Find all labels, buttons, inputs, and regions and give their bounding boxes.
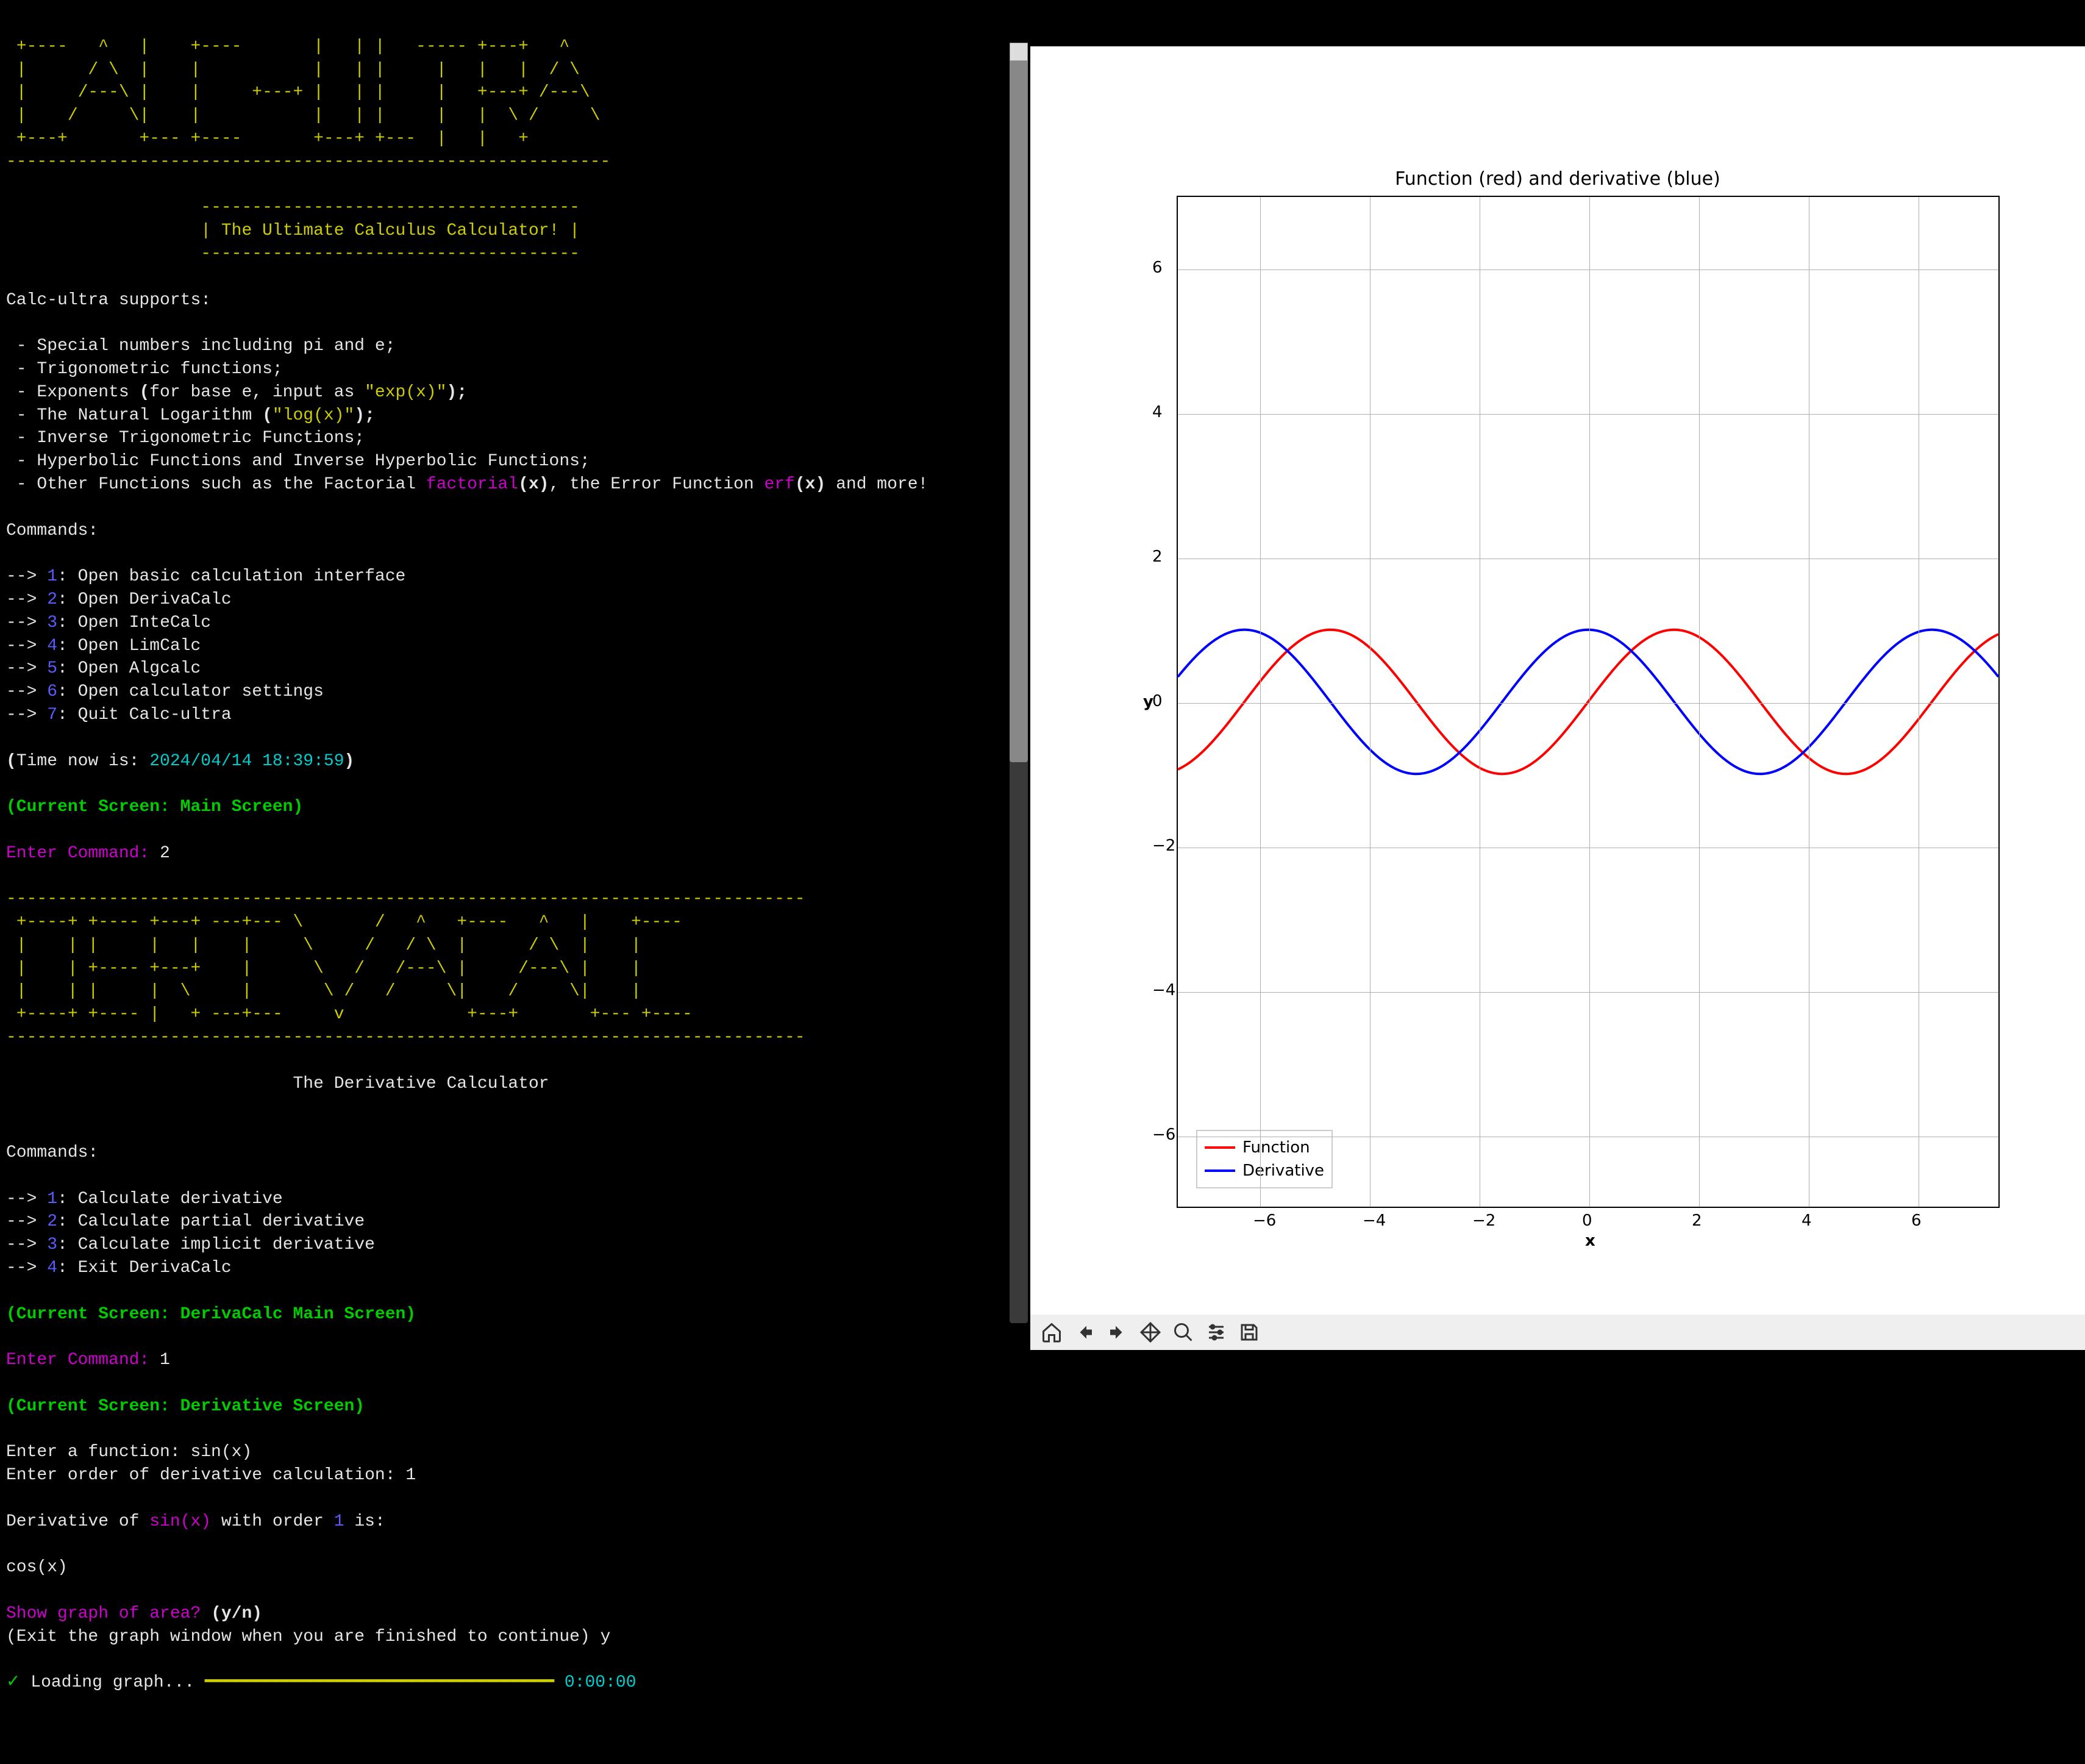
terminal-pane[interactable]: +---- ^ | +---- | | | ----- +---+ ^ | / … xyxy=(0,0,1030,1350)
ascii-derivacalc: ----------------------------------------… xyxy=(6,890,805,1047)
tagline-border-bottom: ------------------------------------- xyxy=(6,245,580,263)
current-screen-deriv: (Current Screen: Derivative Screen) xyxy=(6,1397,365,1416)
gridline-h xyxy=(1178,414,1998,415)
pan-button[interactable] xyxy=(1135,1317,1166,1348)
tagline-border: ------------------------------------- xyxy=(6,198,580,217)
enter-command-prompt[interactable]: Enter Command: 2 xyxy=(6,844,170,863)
xtick-label: −4 xyxy=(1363,1212,1386,1230)
loading-line: ✓ Loading graph... ━━━━━━━━━━━━━━━━━━━━━… xyxy=(6,1673,636,1692)
supports-item: - Other Functions such as the Factorial … xyxy=(6,475,928,494)
supports-item: - The Natural Logarithm ("log(x)"); xyxy=(6,406,375,425)
command-item: --> 2: Calculate partial derivative xyxy=(6,1212,365,1231)
chart-curves xyxy=(1178,197,1998,1207)
forward-button[interactable] xyxy=(1102,1317,1133,1348)
save-button[interactable] xyxy=(1234,1317,1264,1348)
legend-line-blue xyxy=(1205,1169,1235,1172)
legend-item-derivative: Derivative xyxy=(1205,1159,1324,1182)
command-item: --> 2: Open DerivaCalc xyxy=(6,590,232,609)
plot-panel: Function (red) and derivative (blue) Fun… xyxy=(1030,0,2085,1350)
sliders-icon xyxy=(1205,1321,1227,1343)
ytick-label: 6 xyxy=(1152,259,1163,277)
configure-button[interactable] xyxy=(1201,1317,1231,1348)
terminal-scrollbar-thumb[interactable] xyxy=(1010,43,1028,762)
gridline-v xyxy=(1589,197,1590,1207)
arrow-left-icon xyxy=(1074,1321,1096,1343)
commands-header-2: Commands: xyxy=(6,1143,98,1162)
command-item: --> 3: Open InteCalc xyxy=(6,613,211,632)
move-icon xyxy=(1139,1321,1161,1343)
save-icon xyxy=(1238,1321,1260,1343)
show-graph-prompt: Show graph of area? (y/n) xyxy=(6,1604,262,1623)
function-input-line[interactable]: Enter a function: sin(x) xyxy=(6,1443,252,1462)
ytick-label: 2 xyxy=(1152,548,1163,566)
enter-command-prompt-2[interactable]: Enter Command: 1 xyxy=(6,1351,170,1369)
ytick-label: −4 xyxy=(1152,981,1175,999)
exit-note-line[interactable]: (Exit the graph window when you are fini… xyxy=(6,1627,610,1646)
commands-header: Commands: xyxy=(6,521,98,540)
chart-title: Function (red) and derivative (blue) xyxy=(1030,168,2085,190)
supports-header: Calc-ultra supports: xyxy=(6,291,211,310)
gridline-v xyxy=(1260,197,1261,1207)
current-screen-main: (Current Screen: Main Screen) xyxy=(6,798,303,816)
command-item: --> 5: Open Algcalc xyxy=(6,659,201,678)
derivative-result: cos(x) xyxy=(6,1558,68,1577)
gridline-v xyxy=(1699,197,1700,1207)
supports-item: - Trigonometric functions; xyxy=(6,360,283,379)
matplotlib-toolbar xyxy=(1030,1315,2085,1350)
xtick-label: 4 xyxy=(1802,1212,1812,1230)
supports-item: - Exponents (for base e, input as "exp(x… xyxy=(6,383,467,402)
legend-item-function: Function xyxy=(1205,1136,1324,1159)
zoom-button[interactable] xyxy=(1168,1317,1199,1348)
home-button[interactable] xyxy=(1036,1317,1067,1348)
derivative-result-line: Derivative of sin(x) with order 1 is: xyxy=(6,1512,385,1531)
back-button[interactable] xyxy=(1069,1317,1100,1348)
derivacalc-subtitle: The Derivative Calculator xyxy=(6,1074,549,1093)
xtick-label: 0 xyxy=(1582,1212,1592,1230)
chart-legend: Function Derivative xyxy=(1196,1130,1333,1188)
command-item: --> 6: Open calculator settings xyxy=(6,682,324,701)
arrow-right-icon xyxy=(1107,1321,1128,1343)
gridline-h xyxy=(1178,703,1998,704)
curve-function xyxy=(1178,630,1998,774)
home-icon xyxy=(1041,1321,1063,1343)
xtick-label: 6 xyxy=(1911,1212,1922,1230)
tagline: | The Ultimate Calculus Calculator! | xyxy=(6,221,580,240)
chart-axes[interactable]: Function Derivative xyxy=(1177,196,2000,1208)
gridline-h xyxy=(1178,992,1998,993)
ytick-label: −2 xyxy=(1152,837,1175,855)
command-item: --> 1: Open basic calculation interface xyxy=(6,567,405,586)
plot-titlebar xyxy=(1030,0,2085,46)
time-line: (Time now is: 2024/04/14 18:39:59) xyxy=(6,752,354,771)
terminal-scroll-corner xyxy=(1010,43,1028,61)
legend-line-red xyxy=(1205,1146,1235,1149)
xtick-label: 2 xyxy=(1692,1212,1702,1230)
ytick-label: 4 xyxy=(1152,403,1163,421)
supports-item: - Special numbers including pi and e; xyxy=(6,337,396,355)
command-item: --> 7: Quit Calc-ultra xyxy=(6,705,232,724)
supports-item: - Inverse Trigonometric Functions; xyxy=(6,429,365,448)
order-input-line[interactable]: Enter order of derivative calculation: 1 xyxy=(6,1466,416,1485)
command-item: --> 4: Open LimCalc xyxy=(6,637,201,655)
xtick-label: −6 xyxy=(1253,1212,1276,1230)
current-screen-derivamain: (Current Screen: DerivaCalc Main Screen) xyxy=(6,1305,416,1324)
ytick-label: 0 xyxy=(1152,692,1163,710)
supports-item: - Hyperbolic Functions and Inverse Hyper… xyxy=(6,452,590,471)
command-item: --> 3: Calculate implicit derivative xyxy=(6,1235,375,1254)
ytick-label: −6 xyxy=(1152,1126,1175,1144)
plot-area[interactable]: Function (red) and derivative (blue) Fun… xyxy=(1030,46,2085,1315)
ascii-calc-ultra: +---- ^ | +---- | | | ----- +---+ ^ | / … xyxy=(6,37,610,171)
command-item: --> 1: Calculate derivative xyxy=(6,1190,283,1209)
xtick-label: −2 xyxy=(1472,1212,1495,1230)
xlabel: x xyxy=(1585,1232,1595,1250)
command-item: --> 4: Exit DerivaCalc xyxy=(6,1259,232,1277)
search-icon xyxy=(1172,1321,1194,1343)
